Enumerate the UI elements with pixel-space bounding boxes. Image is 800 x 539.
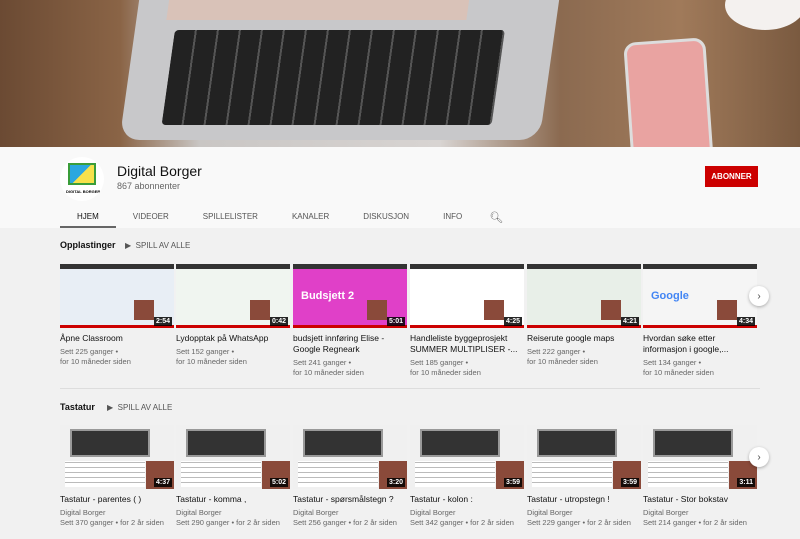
video-duration: 2:54: [153, 317, 172, 326]
play-all-button[interactable]: ▶ SPILL AV ALLE: [125, 241, 190, 250]
video-views: Sett 222 ganger •: [527, 347, 586, 356]
tab-home[interactable]: HJEM: [60, 207, 116, 228]
avatar[interactable]: DIGITAL BORGER: [60, 157, 104, 201]
video-channel[interactable]: Digital Borger: [176, 508, 290, 518]
tab-videos[interactable]: VIDEOER: [116, 207, 186, 228]
video-title[interactable]: Tastatur - kolon :: [410, 494, 524, 505]
phone-image: [623, 37, 715, 147]
video-duration: 0:42: [269, 317, 288, 326]
video-meta: Sett 214 ganger • for 2 år siden: [643, 518, 747, 527]
video-title[interactable]: Reiserute google maps: [527, 333, 641, 344]
tab-channels[interactable]: KANALER: [275, 207, 346, 228]
shelf-title[interactable]: Tastatur: [60, 402, 95, 412]
video-title[interactable]: budsjett innføring Elise - Google Regnea…: [293, 333, 407, 355]
next-arrow-button[interactable]: ›: [749, 286, 769, 306]
video-views: Sett 225 ganger •: [60, 347, 119, 356]
video-card[interactable]: Google 4:34 Hvordan søke etter informasj…: [643, 264, 757, 378]
video-meta: Sett 342 ganger • for 2 år siden: [410, 518, 514, 527]
laptop-image: [119, 0, 561, 140]
video-card[interactable]: 4:21 Reiserute google maps Sett 222 gang…: [527, 264, 641, 367]
channel-name: Digital Borger: [117, 163, 202, 179]
channel-tabs: HJEM VIDEOER SPILLELISTER KANALER DISKUS…: [60, 207, 513, 228]
video-title[interactable]: Handleliste byggeprosjekt SUMMER MULTIPL…: [410, 333, 524, 355]
video-age: for 10 måneder siden: [293, 368, 364, 377]
video-title[interactable]: Tastatur - komma ,: [176, 494, 290, 505]
shelf-title[interactable]: Opplastinger: [60, 240, 116, 250]
video-thumbnail[interactable]: 3:59: [410, 425, 524, 489]
video-age: for 10 måneder siden: [410, 368, 481, 377]
video-card[interactable]: 2:54 Åpne Classroom Sett 225 ganger • for…: [60, 264, 174, 367]
video-duration: 4:25: [503, 317, 522, 326]
video-thumbnail[interactable]: 0:42: [176, 264, 290, 328]
video-title[interactable]: Lydopptak på WhatsApp: [176, 333, 290, 344]
video-thumbnail[interactable]: 5:02: [176, 425, 290, 489]
video-thumbnail[interactable]: 4:37: [60, 425, 174, 489]
video-age: for 10 måneder siden: [643, 368, 714, 377]
video-duration: 4:37: [153, 478, 172, 487]
play-icon: ▶: [107, 403, 118, 412]
video-duration: 5:01: [386, 317, 405, 326]
play-icon: ▶: [125, 241, 136, 250]
video-duration: 4:21: [620, 317, 639, 326]
video-meta: Sett 290 ganger • for 2 år siden: [176, 518, 280, 527]
video-card[interactable]: 3:11 Tastatur - Stor bokstav Digital Bor…: [643, 425, 757, 528]
video-card[interactable]: 5:02 Tastatur - komma , Digital Borger Se…: [176, 425, 290, 528]
video-title[interactable]: Tastatur - Stor bokstav: [643, 494, 757, 505]
video-meta: Sett 370 ganger • for 2 år siden: [60, 518, 164, 527]
subscribe-button[interactable]: ABONNER: [705, 166, 758, 187]
video-channel[interactable]: Digital Borger: [643, 508, 757, 518]
video-thumbnail[interactable]: 3:59: [527, 425, 641, 489]
video-age: for 10 måneder siden: [60, 357, 131, 366]
video-meta: Sett 229 ganger • for 2 år siden: [527, 518, 631, 527]
video-thumbnail[interactable]: 4:25: [410, 264, 524, 328]
video-thumbnail[interactable]: 3:11: [643, 425, 757, 489]
cup-image: [725, 0, 800, 30]
video-duration: 3:59: [503, 478, 522, 487]
video-duration: 3:11: [737, 478, 755, 487]
video-meta: Sett 256 ganger • for 2 år siden: [293, 518, 397, 527]
video-age: for 10 måneder siden: [176, 357, 247, 366]
video-views: Sett 152 ganger •: [176, 347, 235, 356]
video-thumbnail[interactable]: Budsjett 2 5:01: [293, 264, 407, 328]
tab-discussion[interactable]: DISKUSJON: [346, 207, 426, 228]
play-all-button[interactable]: ▶ SPILL AV ALLE: [107, 403, 172, 412]
search-icon[interactable]: 🔍︎: [479, 207, 513, 227]
video-age: for 10 måneder siden: [527, 357, 598, 366]
next-arrow-button[interactable]: ›: [749, 447, 769, 467]
video-card[interactable]: 3:59 Tastatur - kolon : Digital Borger Se…: [410, 425, 524, 528]
video-duration: 3:20: [386, 478, 405, 487]
video-duration: 5:02: [269, 478, 288, 487]
video-card[interactable]: 4:25 Handleliste byggeprosjekt SUMMER MU…: [410, 264, 524, 378]
video-views: Sett 134 ganger •: [643, 358, 702, 367]
video-title[interactable]: Hvordan søke etter informasjon i google,…: [643, 333, 757, 355]
video-channel[interactable]: Digital Borger: [60, 508, 174, 518]
video-title[interactable]: Tastatur - utropstegn !: [527, 494, 641, 505]
tab-info[interactable]: INFO: [426, 207, 479, 228]
channel-header: DIGITAL BORGER Digital Borger 867 abonne…: [0, 147, 800, 228]
video-thumbnail[interactable]: 4:21: [527, 264, 641, 328]
video-card[interactable]: 3:20 Tastatur - spørsmålstegn ? Digital …: [293, 425, 407, 528]
video-views: Sett 241 ganger •: [293, 358, 352, 367]
video-thumbnail[interactable]: Google 4:34: [643, 264, 757, 328]
subscriber-count: 867 abonnenter: [117, 181, 181, 191]
video-title[interactable]: Åpne Classroom: [60, 333, 174, 344]
video-channel[interactable]: Digital Borger: [410, 508, 524, 518]
video-card[interactable]: Budsjett 2 5:01 budsjett innføring Elise…: [293, 264, 407, 378]
video-card[interactable]: 0:42 Lydopptak på WhatsApp Sett 152 gang…: [176, 264, 290, 367]
video-duration: 4:34: [736, 317, 755, 326]
video-channel[interactable]: Digital Borger: [293, 508, 407, 518]
divider: [60, 388, 760, 389]
video-duration: 3:59: [620, 478, 639, 487]
video-thumbnail[interactable]: 3:20: [293, 425, 407, 489]
video-card[interactable]: 4:37 Tastatur - parentes ( ) Digital Bor…: [60, 425, 174, 528]
video-views: Sett 185 ganger •: [410, 358, 469, 367]
video-thumbnail[interactable]: 2:54: [60, 264, 174, 328]
video-title[interactable]: Tastatur - spørsmålstegn ?: [293, 494, 407, 505]
video-channel[interactable]: Digital Borger: [527, 508, 641, 518]
video-card[interactable]: 3:59 Tastatur - utropstegn ! Digital Bor…: [527, 425, 641, 528]
channel-banner: [0, 0, 800, 147]
video-title[interactable]: Tastatur - parentes ( ): [60, 494, 174, 505]
tab-playlists[interactable]: SPILLELISTER: [186, 207, 275, 228]
